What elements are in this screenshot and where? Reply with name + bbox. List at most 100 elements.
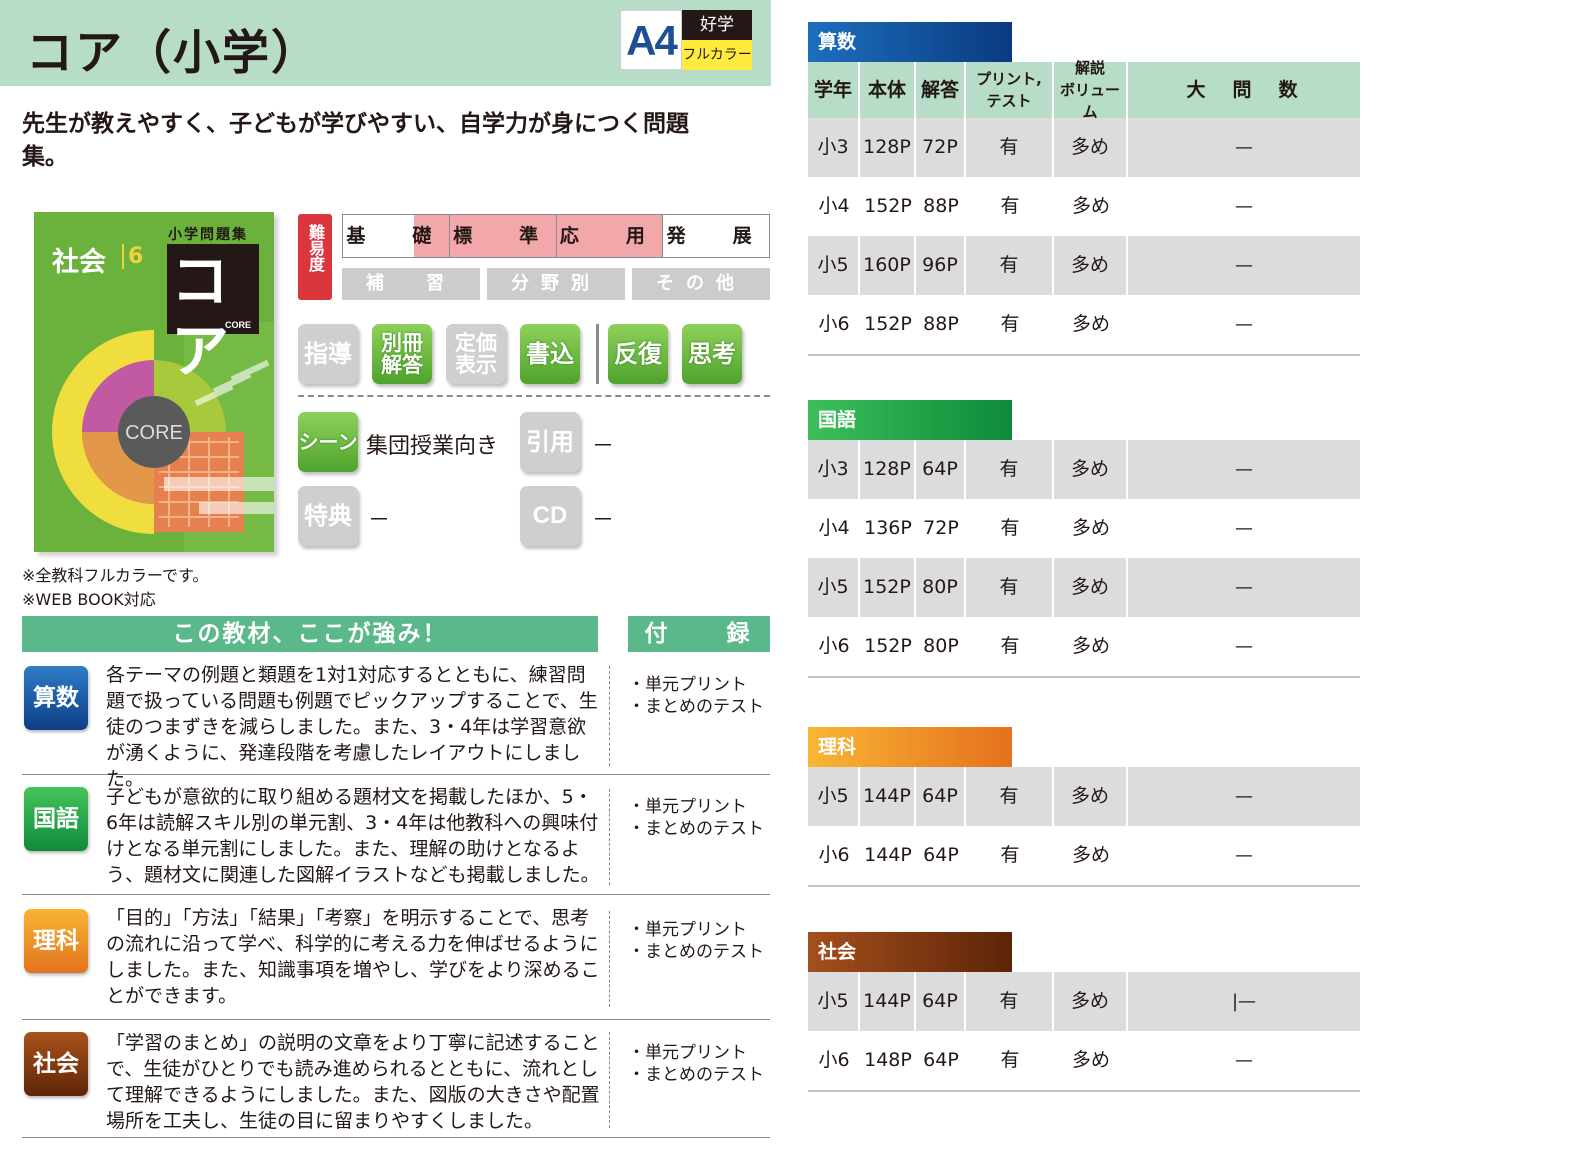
shido-icon: 指導 (298, 324, 358, 384)
column-header: 解答 (916, 62, 966, 118)
table-cell-count: — (1235, 255, 1253, 276)
table-row: 小3 128P 64P 有多め — (808, 440, 1360, 499)
table-cell-count: — (1235, 137, 1253, 158)
cover-logo-sub: CORE (224, 320, 251, 330)
tokuten-value: － (368, 508, 391, 533)
cover-circle-label: CORE (125, 422, 183, 444)
section-header-math: 算数 (808, 22, 1012, 62)
strength-row-japanese: 国語 子どもが意欲的に取り組める題材文を掲載したほか、5・6年は読解スキル別の単… (22, 775, 770, 895)
bessatsu-kaito-icon: 別冊 解答 (372, 324, 432, 384)
difficulty-label: 難易度 (298, 214, 332, 300)
furoku-item: ・まとめのテスト (628, 1065, 764, 1085)
column-header: プリント, テスト (966, 62, 1054, 118)
table-cell-body: 128P (860, 118, 916, 177)
book-cover: CORE 小学問題集 社会 6 コア CORE (34, 212, 274, 552)
column-header: 大 問 数 (1186, 79, 1302, 101)
category-hoshu: 補 習 (342, 268, 480, 300)
table-cell-volume: 多め (1071, 313, 1110, 335)
row-divider (609, 911, 610, 1007)
table-cell-count: — (1235, 1050, 1253, 1071)
subject-badge-math: 算数 (24, 666, 88, 730)
table-cell-answer: 80P (916, 558, 966, 617)
subject-badge-science: 理科 (24, 909, 88, 973)
table-cell-grade: 小5 (808, 972, 860, 1031)
table-cell-print: 有 (1000, 635, 1020, 657)
table-cell-count: — (1235, 577, 1253, 598)
note-fullcolor: ※全教科フルカラーです。 (22, 566, 209, 585)
table-cell-grade: 小5 (808, 236, 860, 295)
table-cell-answer: 96P (916, 236, 966, 295)
furoku-item: ・単元プリント (628, 920, 747, 940)
table-row: 小6 144P 64P 有 多め — (808, 826, 1360, 885)
tokuten-icon: 特典 (298, 486, 358, 546)
table-cell-grade: 小4 (818, 517, 850, 539)
table-cell-volume: 多め (1054, 118, 1128, 177)
table-cell-body: 144P (860, 767, 916, 826)
note-webbook: ※WEB BOOK対応 (22, 590, 156, 609)
cd-icon: CD (520, 486, 580, 546)
table-row: 小4 136P 72P 有 多め — (808, 499, 1360, 558)
table-cell-print: 有 (966, 558, 1054, 617)
table-cell-body: 160P (860, 236, 916, 295)
table-cell-volume: 多め (1071, 195, 1110, 217)
furoku-item: ・単元プリント (628, 675, 747, 695)
difficulty-level-oyo: 応 用 (557, 215, 664, 257)
table-cell-volume: 多め (1054, 767, 1128, 826)
inyo-icon: 引用 (520, 412, 580, 472)
table-cell-answer: 64P (916, 767, 966, 826)
table-cell-grade: 小3 (808, 440, 860, 499)
table-cell-volume: 多め (1071, 635, 1110, 657)
table-cell-answer: 64P (923, 844, 959, 866)
table-cell-print: 有 (966, 767, 1054, 826)
furoku-header: 付 録 (628, 616, 770, 652)
section-header-japanese: 国語 (808, 400, 1012, 440)
row-divider (609, 1032, 610, 1128)
table-cell-body: 144P (864, 844, 912, 866)
strength-row-science: 理科 「目的」「方法」「結果」「考察」を明示することで、思考の流れに沿って学べ、… (22, 895, 770, 1020)
table-cell-count: — (1235, 196, 1253, 217)
table-cell-grade: 小3 (808, 118, 860, 177)
table-row: 小6 152P 88P 有 多め — (808, 295, 1360, 354)
table-cell-print: 有 (966, 972, 1054, 1031)
cover-subject: 社会 (52, 247, 106, 278)
row-divider (609, 789, 610, 885)
table-cell-answer: 88P (923, 195, 959, 217)
cd-value: － (592, 508, 615, 533)
table-cell-count: — (1235, 786, 1253, 807)
table-cell-body: 152P (864, 635, 912, 657)
table-row: 小5 160P 96P 有多め — (808, 236, 1360, 295)
teika-hyoji-icon: 定価 表示 (446, 324, 506, 384)
strength-text-social: 「学習のまとめ」の説明の文章をより丁寧に記述することで、生徒がひとりでも読み進め… (106, 1032, 600, 1132)
cover-logo-text: コア (171, 247, 230, 385)
table-cell-print: 有 (1000, 517, 1020, 539)
column-header: 解説 ボリューム (1054, 59, 1128, 121)
furoku-item: ・まとめのテスト (628, 697, 764, 717)
difficulty-level-hatten: 発 展 (666, 225, 766, 247)
column-header: 本体 (860, 62, 916, 118)
furoku-item: ・まとめのテスト (628, 942, 764, 962)
subject-badge-social: 社会 (24, 1032, 88, 1096)
table-cell-print: 有 (1000, 844, 1020, 866)
table-row: 小5 144P 64P 有多め |— (808, 972, 1360, 1031)
cover-series: 小学問題集 (168, 227, 248, 243)
category-sonota: その他 (632, 268, 770, 300)
table-cell-print: 有 (1000, 313, 1020, 335)
table-cell-print: 有 (1000, 1049, 1020, 1071)
furoku-item: ・単元プリント (628, 1043, 747, 1063)
table-row: 小6 148P 64P 有 多め — (808, 1031, 1360, 1090)
table-cell-volume: 多め (1054, 440, 1128, 499)
table-cell-volume: 多め (1054, 558, 1128, 617)
table-cell-body: 136P (864, 517, 912, 539)
table-cell-count: — (1235, 314, 1253, 335)
table-row: 小5 152P 80P 有多め — (808, 558, 1360, 617)
format-badge: A4 (620, 10, 682, 70)
table-cell-answer: 64P (923, 1049, 959, 1071)
table-cell-answer: 64P (916, 972, 966, 1031)
subject-badge-japanese: 国語 (24, 787, 88, 851)
table-cell-body: 128P (860, 440, 916, 499)
table-cell-volume: 多め (1071, 844, 1110, 866)
table-cell-count: — (1235, 845, 1253, 866)
section-header-science: 理科 (808, 727, 1012, 767)
table-cell-answer: 72P (916, 118, 966, 177)
table-cell-body: 152P (864, 313, 912, 335)
